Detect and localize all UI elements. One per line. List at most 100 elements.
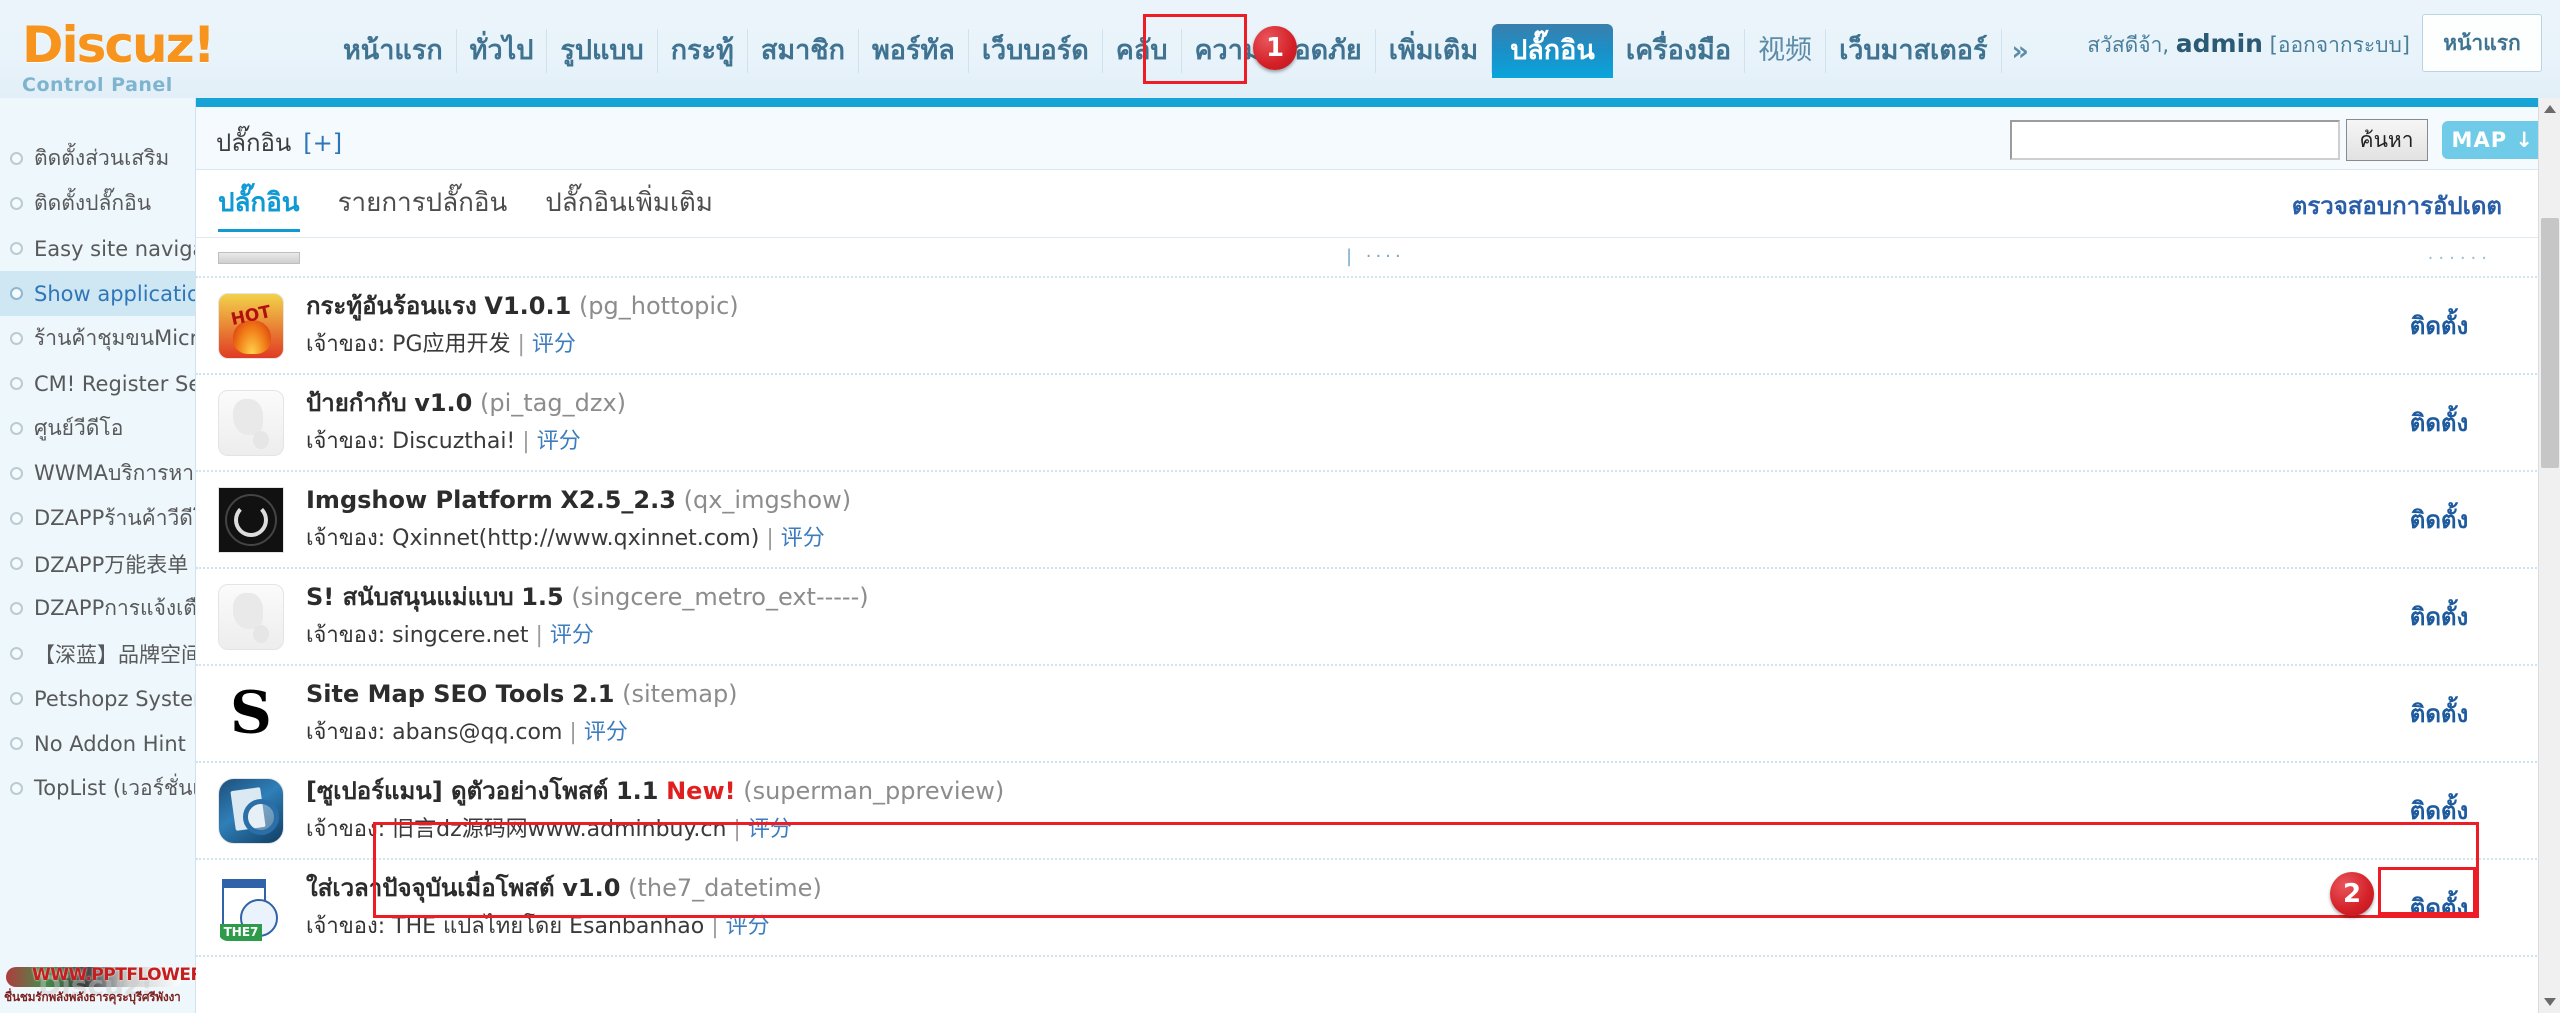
plugin-title: กระทู้อันร้อนแรง V1.0.1 (pg_hottopic)	[306, 289, 2344, 323]
sidebar-item-2[interactable]: Easy site navigation	[0, 226, 195, 271]
logo-title: Discuz!	[22, 16, 216, 74]
nav-item-13[interactable]: เว็บมาสเตอร์	[1826, 29, 2002, 73]
sidebar-item-0[interactable]: ติดตั้งส่วนเสริม	[0, 136, 195, 181]
imgshow-dark-icon	[218, 486, 284, 553]
owner-label: เจ้าของ:	[306, 720, 386, 745]
nav-item-7[interactable]: คลับ	[1103, 29, 1182, 73]
logout-link[interactable]: [ออกจากระบบ]	[2270, 33, 2410, 57]
nav-more-chevron-icon[interactable]: »	[2002, 36, 2039, 67]
install-button[interactable]: ติดตั้ง	[2344, 500, 2534, 539]
main-content: ปลั๊กอิน [+] ค้นหา MAP ↓ ปลั๊กอิน รายการปล…	[196, 98, 2560, 1013]
nav-item-12[interactable]: 视频	[1745, 29, 1827, 73]
plugin-version: 1.1	[615, 777, 659, 805]
rate-link[interactable]: 评分	[781, 526, 825, 551]
nav-item-1[interactable]: ทั่วไป	[457, 29, 548, 73]
search-button[interactable]: ค้นหา	[2345, 119, 2428, 161]
plugin-name: ใส่เวลาปัจจุบันเมื่อโพสต์	[306, 874, 555, 902]
plugin-owner-line: เจ้าของ: abans@qq.com | 评分	[306, 716, 2344, 750]
plugin-identifier: (pi_tag_dzx)	[480, 389, 627, 417]
separator: |	[535, 623, 543, 648]
plugin-rows-container: กระทู้อันร้อนแรง V1.0.1 (pg_hottopic) เจ้…	[196, 278, 2560, 957]
tabs-row: ปลั๊กอิน รายการปลั๊กอิน ปลั๊กอินเพิ่มเติม …	[196, 170, 2560, 238]
sidebar-item-label: 【深蓝】品牌空间	[34, 642, 195, 667]
sidebar-item-13[interactable]: No Addon Hint	[0, 721, 195, 766]
plugin-owner: THE แปลไทยโดย Esanbanhao	[392, 914, 705, 939]
sidebar-item-label: TopList (เวอร์ชั่นเสียตัง)	[34, 776, 195, 800]
rate-link[interactable]: 评分	[726, 914, 770, 939]
site-watermark: Discuz! WWW.PPTFLOWER.COM ชื่นชมรักพลังพ…	[2, 963, 252, 1011]
tab-2[interactable]: ปลั๊กอินเพิ่มเติม	[545, 182, 713, 229]
plugin-title: ป้ายกำกับ v1.0 (pi_tag_dzx)	[306, 386, 2344, 420]
install-button[interactable]: ติดตั้ง	[2344, 597, 2534, 636]
nav-item-11[interactable]: เครื่องมือ	[1613, 29, 1746, 73]
sidebar-item-11[interactable]: 【深蓝】品牌空间	[0, 631, 195, 676]
plugin-name: S! สนับสนุนแม่แบบ	[306, 583, 514, 611]
plugin-owner-line: เจ้าของ: PG应用开发 | 评分	[306, 328, 2344, 362]
map-button[interactable]: MAP ↓	[2441, 121, 2544, 159]
plugin-version: v1.0	[414, 389, 473, 417]
nav-item-6[interactable]: เว็บบอร์ด	[969, 29, 1103, 73]
search-input[interactable]	[2009, 120, 2340, 160]
vertical-scrollbar[interactable]	[2538, 98, 2560, 1013]
scroll-up-arrow-icon[interactable]	[2539, 98, 2560, 120]
rate-link[interactable]: 评分	[748, 817, 792, 842]
watermark-subtext: ชื่นชมรักพลังพลังธารคุระบุรีศรีพังงา	[4, 990, 181, 1004]
sidebar-item-label: DZAPPร้านค้าวีดีโอ	[34, 506, 195, 530]
sidebar-item-14[interactable]: TopList (เวอร์ชั่นเสียตัง)	[0, 766, 195, 811]
sidebar-item-6[interactable]: ศูนย์วีดีโอ	[0, 406, 195, 451]
tab-0[interactable]: ปลั๊กอิน	[218, 182, 300, 232]
bullet-icon	[10, 602, 23, 615]
bullet-icon	[10, 737, 23, 750]
nav-item-5[interactable]: พอร์ทัล	[859, 29, 969, 73]
nav-item-3[interactable]: กระทู้	[658, 29, 748, 73]
scrollbar-thumb[interactable]	[2541, 218, 2559, 468]
watermark-band	[6, 967, 182, 987]
bullet-icon	[10, 467, 23, 480]
nav-item-0[interactable]: หน้าแรก	[330, 29, 457, 73]
plugin-identifier: (the7_datetime)	[628, 874, 822, 902]
hot-fire-icon	[218, 292, 284, 359]
sidebar-item-9[interactable]: DZAPP万能表单	[0, 541, 195, 586]
nav-item-10[interactable]: ปลั๊กอิน	[1492, 24, 1613, 78]
scroll-down-arrow-icon[interactable]	[2539, 991, 2560, 1013]
plugin-version: 1.5	[521, 583, 564, 611]
rate-link[interactable]: 评分	[584, 720, 628, 745]
rate-link[interactable]: 评分	[537, 429, 581, 454]
plugin-owner-line: เจ้าของ: singcere.net | 评分	[306, 619, 2344, 653]
sidebar-item-10[interactable]: DZAPPการแจ้งเตือนอีเม	[0, 586, 195, 631]
sidebar-item-1[interactable]: ติดตั้งปลั๊กอิน	[0, 181, 195, 226]
nav-item-2[interactable]: รูปแบบ	[547, 29, 658, 73]
bullet-icon	[10, 782, 23, 795]
home-button[interactable]: หน้าแรก	[2422, 14, 2542, 72]
check-updates-link[interactable]: ตรวจสอบการอัปเดต	[2292, 186, 2502, 225]
install-button[interactable]: ติดตั้ง	[2344, 694, 2534, 733]
plugin-name: ป้ายกำกับ	[306, 389, 407, 417]
install-button[interactable]: ติดตั้ง	[2344, 403, 2534, 442]
sidebar-item-3[interactable]: Show applications po	[0, 271, 195, 316]
tab-1[interactable]: รายการปลั๊กอิน	[338, 182, 508, 229]
partial-text-clipped: | ····	[1346, 246, 1405, 267]
plugin-identifier: (singcere_metro_ext-----)	[571, 583, 869, 611]
install-button[interactable]: ติดตั้ง	[2344, 306, 2534, 345]
bullet-icon	[10, 197, 23, 210]
plugin-owner: singcere.net	[392, 623, 529, 648]
sidebar-item-4[interactable]: ร้านค้าชุมขนMicro Stor	[0, 316, 195, 361]
sidebar-item-12[interactable]: Petshopz System	[0, 676, 195, 721]
separator: |	[733, 817, 741, 842]
sub-header-bar: ปลั๊กอิน [+] ค้นหา MAP ↓	[196, 98, 2560, 170]
sidebar-item-5[interactable]: CM! Register Set Ava	[0, 361, 195, 406]
rate-link[interactable]: 评分	[550, 623, 594, 648]
install-button[interactable]: ติดตั้ง	[2344, 791, 2534, 830]
rate-link[interactable]: 评分	[532, 332, 576, 357]
nav-item-9[interactable]: เพิ่มเติม	[1376, 29, 1493, 73]
plugin-list: | ···· ······ กระทู้อันร้อนแรง V1.0.1 (p…	[196, 238, 2560, 1012]
breadcrumb-expand-link[interactable]: [+]	[303, 129, 342, 157]
plugin-title: ใส่เวลาปัจจุบันเมื่อโพสต์ v1.0 (the7_dat…	[306, 871, 2344, 905]
sidebar-item-7[interactable]: WWMAบริการหาเพื่อนออ	[0, 451, 195, 496]
breadcrumb-label: ปลั๊กอิน	[216, 129, 292, 157]
sidebar-item-8[interactable]: DZAPPร้านค้าวีดีโอ	[0, 496, 195, 541]
sidebar-item-label: ศูนย์วีดีโอ	[34, 416, 124, 440]
nav-item-4[interactable]: สมาชิก	[748, 29, 859, 73]
discuz-logo[interactable]: Discuz! Control Panel	[22, 18, 322, 96]
username-label: admin	[2175, 29, 2263, 58]
